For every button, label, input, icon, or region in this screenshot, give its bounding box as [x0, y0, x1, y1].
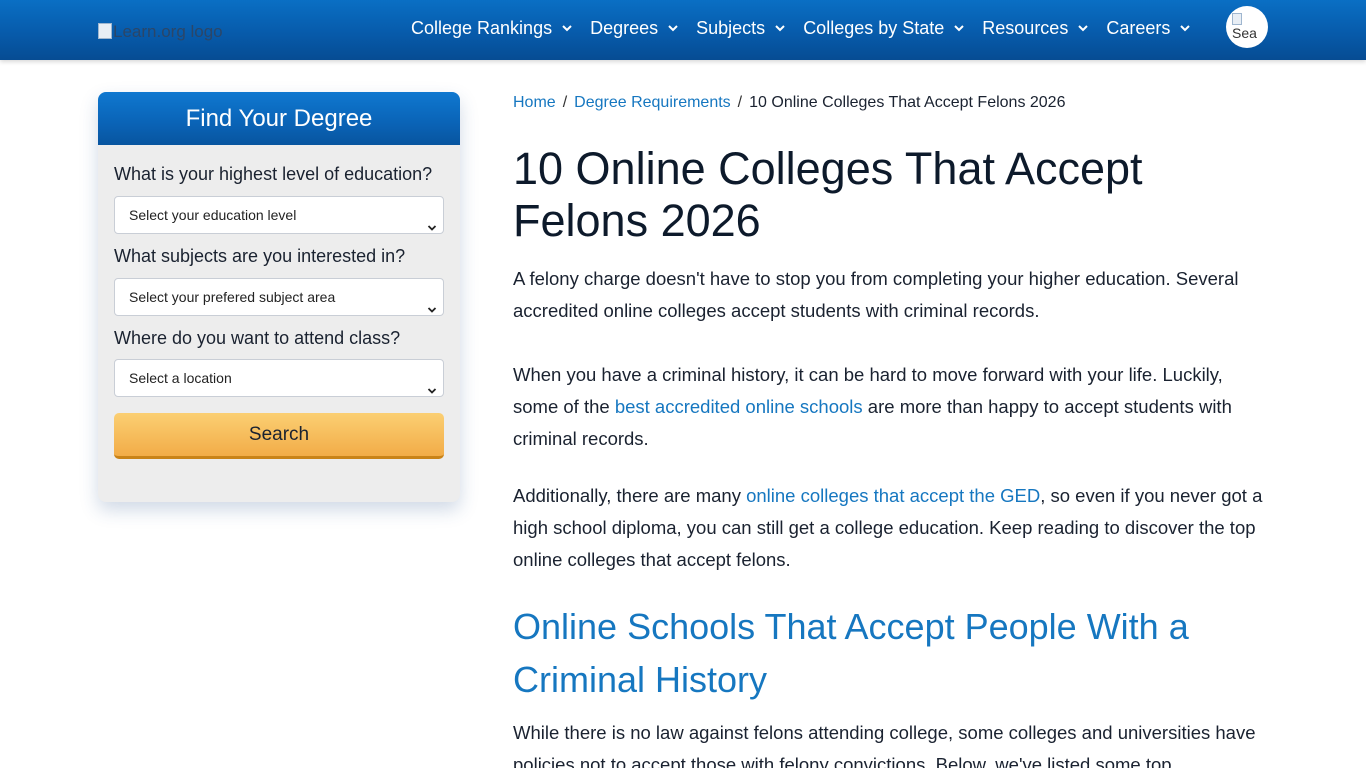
- page-title: 10 Online Colleges That Accept Felons 20…: [513, 143, 1143, 246]
- site-logo[interactable]: Learn.org logo: [98, 17, 258, 47]
- nav-label: Resources: [982, 17, 1069, 38]
- paragraph-criminal-history: When you have a criminal history, it can…: [513, 359, 1273, 455]
- nav-resources[interactable]: Resources: [982, 0, 1089, 56]
- breadcrumb-home[interactable]: Home: [513, 94, 556, 111]
- chevron-down-icon: [561, 22, 573, 34]
- nav-careers[interactable]: Careers: [1106, 0, 1191, 56]
- nav-colleges-by-state[interactable]: Colleges by State: [803, 0, 965, 56]
- breadcrumb-degree-requirements[interactable]: Degree Requirements: [574, 94, 731, 111]
- search-button[interactable]: Sea: [1226, 6, 1268, 48]
- chevron-down-icon: [1077, 22, 1089, 34]
- nav-subjects[interactable]: Subjects: [696, 0, 786, 56]
- education-level-select[interactable]: Select your education level: [114, 196, 444, 234]
- finder-search-button[interactable]: Search: [114, 413, 444, 459]
- breadcrumb-separator: /: [562, 94, 568, 111]
- select-value: Select your education level: [129, 207, 297, 223]
- select-value: Select a location: [129, 370, 232, 386]
- chevron-down-icon: [427, 373, 437, 394]
- colleges-accept-ged-link[interactable]: online colleges that accept the GED: [746, 485, 1040, 506]
- chevron-down-icon: [427, 292, 437, 313]
- broken-image-icon: [98, 23, 112, 39]
- logo-alt-text: Learn.org logo: [113, 22, 223, 41]
- select-value: Select your prefered subject area: [129, 289, 336, 305]
- location-question: Where do you want to attend class?: [114, 328, 401, 348]
- subject-question: What subjects are you interested in?: [114, 246, 406, 266]
- nav-label: College Rankings: [411, 17, 553, 38]
- nav-college-rankings[interactable]: College Rankings: [411, 0, 573, 56]
- breadcrumb-separator: /: [737, 94, 743, 111]
- best-accredited-schools-link[interactable]: best accredited online schools: [615, 396, 863, 417]
- breadcrumb-current: 10 Online Colleges That Accept Felons 20…: [749, 94, 1066, 111]
- nav-label: Colleges by State: [803, 17, 945, 38]
- chevron-down-icon: [427, 210, 437, 231]
- nav-label: Careers: [1106, 17, 1171, 38]
- chevron-down-icon: [667, 22, 679, 34]
- paragraph-ged: Additionally, there are many online coll…: [513, 480, 1273, 576]
- main-nav: College Rankings Degrees Subjects Colleg…: [411, 0, 1191, 56]
- nav-label: Degrees: [590, 17, 659, 38]
- location-select[interactable]: Select a location: [114, 359, 444, 397]
- paragraph-text: Additionally, there are many: [513, 485, 747, 506]
- find-degree-widget: Find Your Degree What is your highest le…: [98, 92, 460, 502]
- intro-paragraph: A felony charge doesn't have to stop you…: [513, 268, 1239, 321]
- widget-title: Find Your Degree: [98, 92, 460, 145]
- site-header: Learn.org logo College Rankings Degrees …: [0, 0, 1366, 60]
- search-alt-text: Sea: [1232, 25, 1257, 41]
- chevron-down-icon: [774, 22, 786, 34]
- chevron-down-icon: [1179, 22, 1191, 34]
- breadcrumb: Home / Degree Requirements / 10 Online Colle…: [513, 94, 1065, 112]
- chevron-down-icon: [953, 22, 965, 34]
- broken-image-icon: [1232, 13, 1242, 25]
- nav-label: Subjects: [696, 17, 766, 38]
- section-heading: Online Schools That Accept People With a…: [513, 606, 1189, 700]
- education-question: What is your highest level of education?: [114, 164, 433, 184]
- paragraph-policies: While there is no law against felons att…: [513, 722, 1256, 768]
- subject-area-select[interactable]: Select your prefered subject area: [114, 278, 444, 316]
- nav-degrees[interactable]: Degrees: [590, 0, 679, 56]
